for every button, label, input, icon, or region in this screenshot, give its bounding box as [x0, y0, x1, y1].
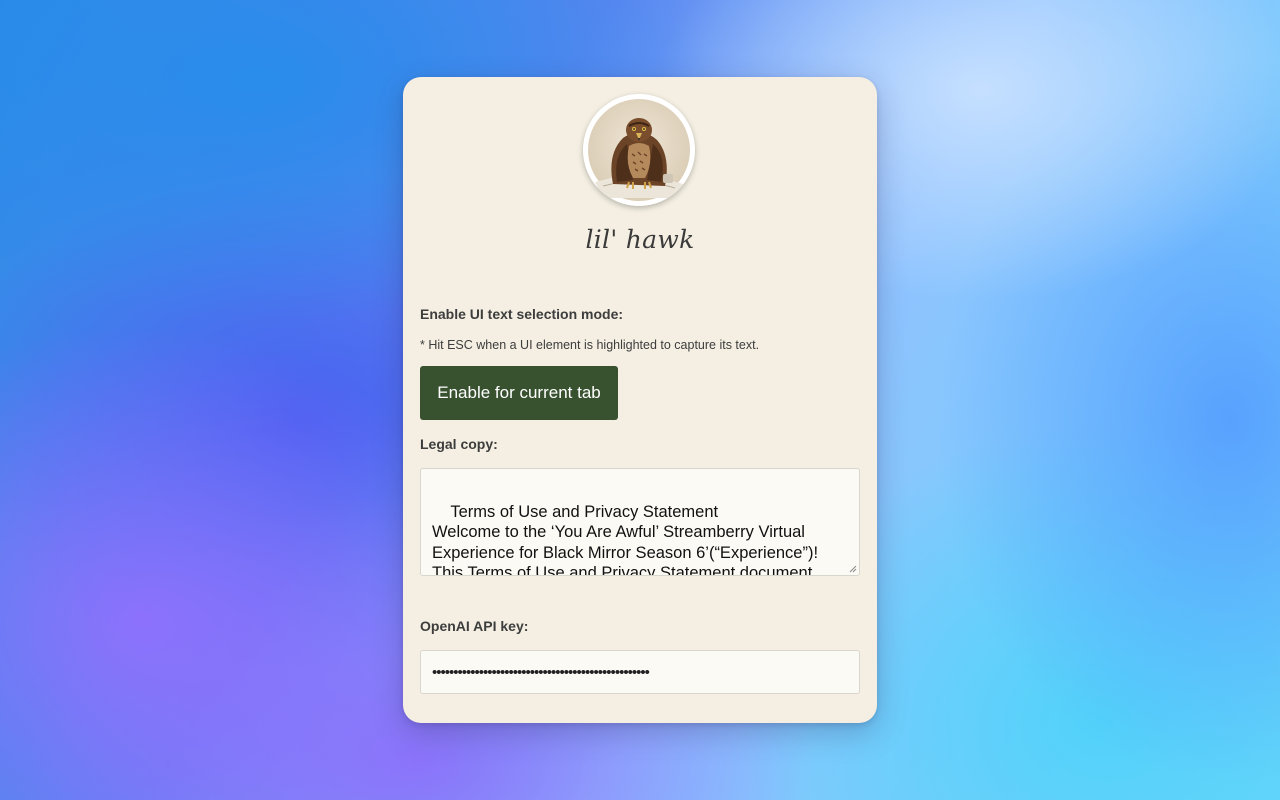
selection-mode-heading: Enable UI text selection mode: [420, 306, 624, 322]
app-title: lil' hawk [585, 225, 695, 254]
enable-current-tab-button[interactable]: Enable for current tab [420, 366, 618, 420]
api-key-heading: OpenAI API key: [420, 618, 529, 634]
api-key-input[interactable] [420, 650, 860, 694]
resize-grip-icon[interactable] [849, 565, 857, 573]
legal-copy-text: Terms of Use and Privacy Statement Welco… [432, 502, 819, 576]
popup-card: lil' hawk Enable UI text selection mode:… [403, 77, 877, 723]
hawk-avatar-icon [583, 94, 695, 206]
selection-hint: * Hit ESC when a UI element is highlight… [420, 338, 760, 352]
legal-copy-textarea[interactable]: Terms of Use and Privacy Statement Welco… [420, 468, 860, 576]
legal-copy-heading: Legal copy: [420, 436, 498, 452]
